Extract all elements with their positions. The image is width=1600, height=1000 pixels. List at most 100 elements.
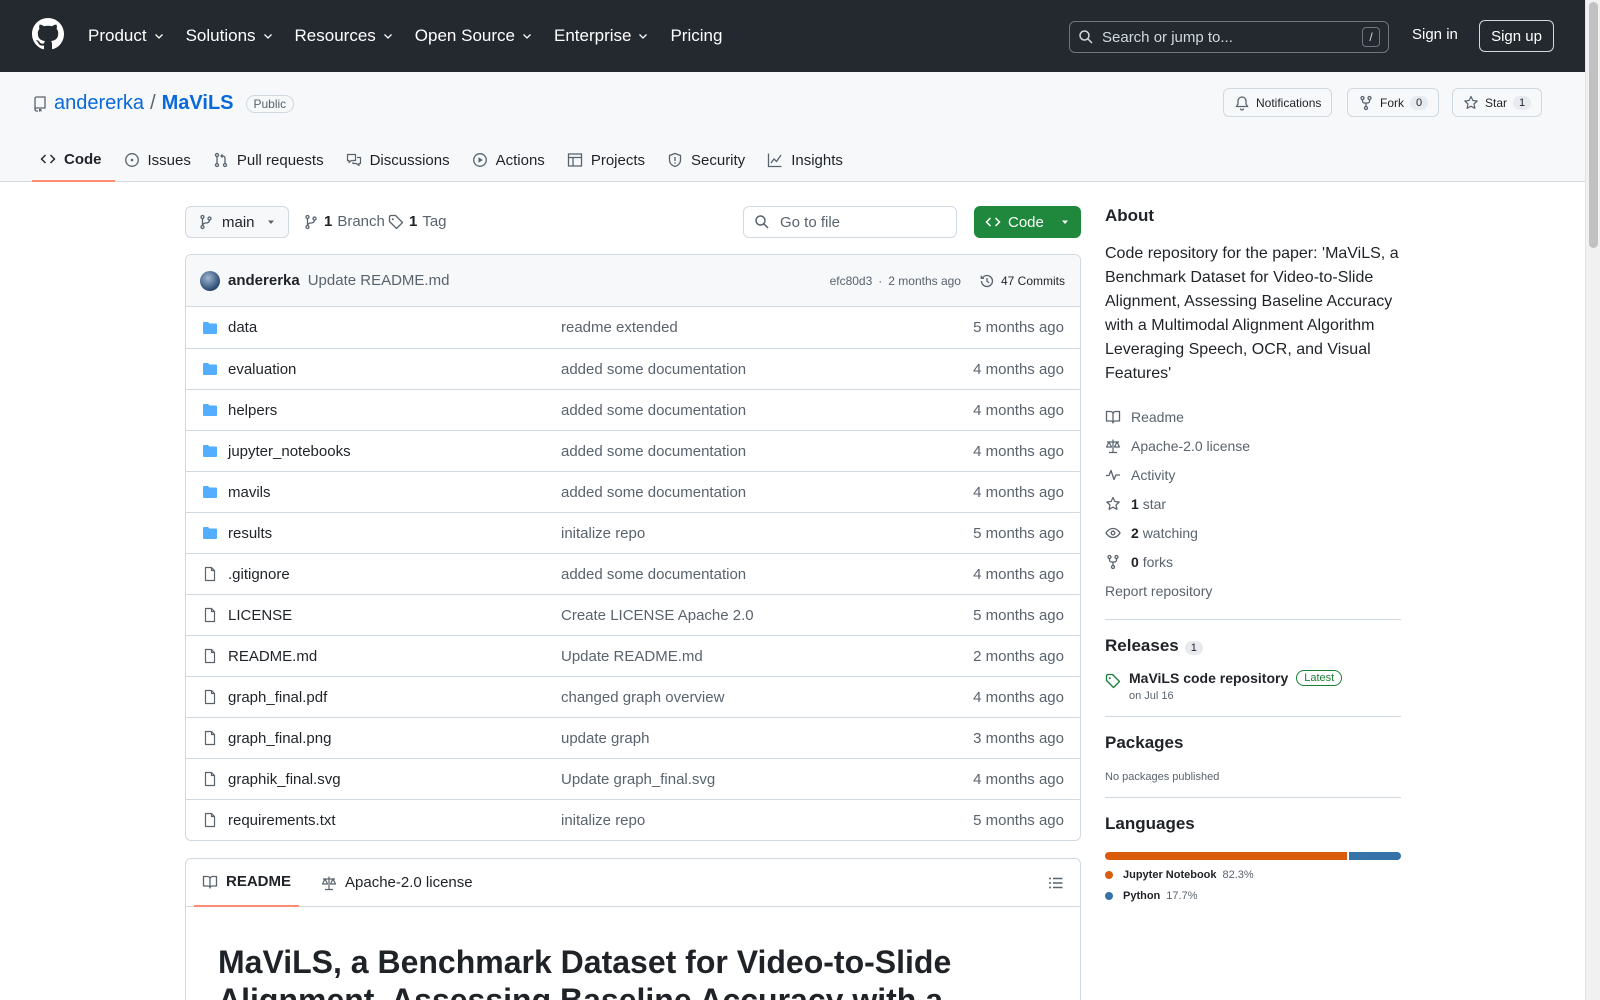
activity-link[interactable]: Activity <box>1105 460 1401 489</box>
file-commit-message-link[interactable]: added some documentation <box>561 566 961 583</box>
packages-heading[interactable]: Packages <box>1105 733 1401 753</box>
releases-heading[interactable]: Releases 1 <box>1105 636 1401 656</box>
book-icon <box>202 875 218 889</box>
file-row[interactable]: requirements.txt initalize repo 5 months a… <box>186 799 1080 840</box>
file-commit-message-link[interactable]: readme extended <box>561 319 961 336</box>
file-name-link[interactable]: LICENSE <box>228 607 561 624</box>
sign-in-link[interactable]: Sign in <box>1412 26 1458 43</box>
tab-security[interactable]: Security <box>659 138 758 182</box>
latest-commit-bar: andererka Update README.md efc80d3 · 2 m… <box>186 255 1080 307</box>
file-commit-message-link[interactable]: Update graph_final.svg <box>561 771 961 788</box>
github-logo-icon[interactable] <box>32 18 64 50</box>
file-name-link[interactable]: .gitignore <box>228 566 561 583</box>
file-commit-message-link[interactable]: initalize repo <box>561 812 961 829</box>
sign-up-button[interactable]: Sign up <box>1479 20 1554 52</box>
code-icon <box>40 154 56 164</box>
file-commit-message-link[interactable]: added some documentation <box>561 484 961 501</box>
file-commit-message-link[interactable]: added some documentation <box>561 402 961 419</box>
scrollbar-thumb[interactable] <box>1589 2 1598 248</box>
list-icon[interactable] <box>1048 875 1064 891</box>
file-commit-message-link[interactable]: initalize repo <box>561 525 961 542</box>
file-name-link[interactable]: graph_final.pdf <box>228 689 561 706</box>
code-dropdown-button[interactable]: Code <box>974 206 1081 238</box>
commit-message-link[interactable]: Update README.md <box>308 272 450 289</box>
report-repository-link[interactable]: Report repository <box>1105 576 1401 605</box>
file-commit-date: 5 months ago <box>973 319 1064 336</box>
readme-link[interactable]: Readme <box>1105 402 1401 431</box>
branches-link[interactable]: 1 Branch <box>303 213 385 230</box>
file-commit-date: 4 months ago <box>973 565 1064 583</box>
branch-selector[interactable]: main <box>185 206 289 238</box>
tags-link[interactable]: 1 Tag <box>388 213 447 230</box>
file-commit-message-link[interactable]: update graph <box>561 730 961 747</box>
file-commit-message-link[interactable]: Create LICENSE Apache 2.0 <box>561 607 961 624</box>
nav-product[interactable]: Product <box>88 26 165 46</box>
file-commit-message-link[interactable]: added some documentation <box>561 361 961 378</box>
star-label: Star <box>1485 95 1508 110</box>
file-name-link[interactable]: results <box>228 525 561 542</box>
file-commit-message-link[interactable]: added some documentation <box>561 443 961 460</box>
nav-solutions[interactable]: Solutions <box>186 26 274 46</box>
file-name-link[interactable]: README.md <box>228 648 561 665</box>
tab-readme[interactable]: README <box>194 859 300 907</box>
tab-license[interactable]: Apache-2.0 license <box>313 859 481 907</box>
watchers-link[interactable]: 2 watching <box>1105 518 1401 547</box>
tab-code[interactable]: Code <box>32 138 115 182</box>
file-row[interactable]: mavils added some documentation 4 months a… <box>186 471 1080 512</box>
file-name-link[interactable]: helpers <box>228 402 561 419</box>
repo-tabs: Code Issues Pull requests Discussions Ac… <box>32 138 857 182</box>
fork-button[interactable]: Fork 0 <box>1347 88 1440 117</box>
file-row[interactable]: data readme extended 5 months ago <box>186 307 1080 348</box>
forks-link[interactable]: 0 forks <box>1105 547 1401 576</box>
file-name-link[interactable]: data <box>228 319 561 336</box>
go-to-file-input[interactable]: Go to file <box>743 206 957 238</box>
license-link[interactable]: Apache-2.0 license <box>1105 431 1401 460</box>
file-row[interactable]: LICENSE Create LICENSE Apache 2.0 5 months… <box>186 594 1080 635</box>
nav-open-source[interactable]: Open Source <box>415 26 533 46</box>
star-button[interactable]: Star 1 <box>1452 88 1543 117</box>
stars-link[interactable]: 1 star <box>1105 489 1401 518</box>
file-name-link[interactable]: graphik_final.svg <box>228 771 561 788</box>
tab-insights[interactable]: Insights <box>759 138 856 182</box>
avatar[interactable] <box>200 270 220 291</box>
repo-owner-link[interactable]: andererka <box>54 92 144 115</box>
file-name-link[interactable]: mavils <box>228 484 561 501</box>
file-commit-message-link[interactable]: Update README.md <box>561 648 961 665</box>
file-commit-message-link[interactable]: changed graph overview <box>561 689 961 706</box>
nav-enterprise[interactable]: Enterprise <box>554 26 649 46</box>
page-scrollbar[interactable] <box>1585 0 1600 1000</box>
file-name-link[interactable]: jupyter_notebooks <box>228 443 561 460</box>
notifications-button[interactable]: Notifications <box>1223 88 1333 117</box>
file-row[interactable]: README.md Update README.md 2 months ago <box>186 635 1080 676</box>
commit-hash-link[interactable]: efc80d3 <box>830 274 873 288</box>
file-row[interactable]: graphik_final.svg Update graph_final.svg 4… <box>186 758 1080 799</box>
tab-actions[interactable]: Actions <box>464 138 558 182</box>
file-row[interactable]: graph_final.png update graph 3 months ago <box>186 717 1080 758</box>
tab-issues[interactable]: Issues <box>116 138 204 182</box>
search-input[interactable]: Search or jump to... / <box>1069 21 1389 53</box>
file-row[interactable]: .gitignore added some documentation 4 mont… <box>186 553 1080 594</box>
commit-author-link[interactable]: andererka <box>228 272 300 289</box>
file-row[interactable]: results initalize repo 5 months ago <box>186 512 1080 553</box>
readme-tabs: README Apache-2.0 license <box>186 859 1080 907</box>
tab-discussions[interactable]: Discussions <box>338 138 463 182</box>
file-name-link[interactable]: evaluation <box>228 361 561 378</box>
file-name-link[interactable]: requirements.txt <box>228 812 561 829</box>
tab-issues-label: Issues <box>147 151 191 169</box>
law-icon <box>321 876 337 890</box>
language-item[interactable]: Python 17.7% <box>1105 890 1401 902</box>
commits-history-link[interactable]: 47 Commits <box>979 273 1065 289</box>
tab-projects[interactable]: Projects <box>559 138 658 182</box>
file-name-link[interactable]: graph_final.png <box>228 730 561 747</box>
file-row[interactable]: helpers added some documentation 4 months … <box>186 389 1080 430</box>
tab-pull-requests[interactable]: Pull requests <box>205 138 337 182</box>
repo-name-link[interactable]: MaViLS <box>162 92 234 115</box>
language-item[interactable]: Jupyter Notebook 82.3% <box>1105 869 1401 881</box>
file-row[interactable]: evaluation added some documentation 4 mont… <box>186 348 1080 389</box>
nav-pricing[interactable]: Pricing <box>670 26 722 46</box>
tab-readme-label: README <box>226 873 292 890</box>
nav-resources[interactable]: Resources <box>295 26 394 46</box>
file-row[interactable]: graph_final.pdf changed graph overview 4 m… <box>186 676 1080 717</box>
release-item[interactable]: MaViLS code repository Latest on Jul 16 <box>1105 670 1401 702</box>
file-row[interactable]: jupyter_notebooks added some documentatio… <box>186 430 1080 471</box>
